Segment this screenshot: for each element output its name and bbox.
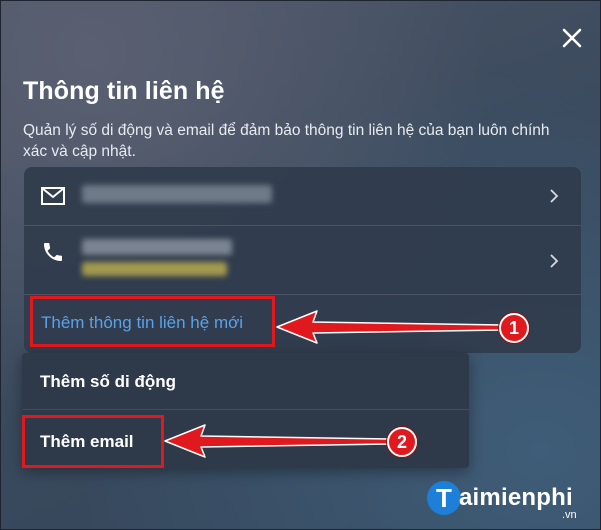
logo-initial: T	[427, 481, 461, 515]
add-phone-label: Thêm số di động	[40, 372, 176, 391]
step-badge-1: 1	[499, 313, 529, 343]
annotation-arrow-2	[164, 424, 392, 458]
annotation-arrow-1	[276, 310, 504, 344]
contact-info-dialog: Thông tin liên hệ Quản lý số di động và …	[0, 0, 601, 530]
add-email-label: Thêm email	[40, 432, 134, 451]
dialog-subtitle: Quản lý số di động và email để đảm bảo t…	[23, 122, 550, 160]
add-phone-menu-item[interactable]: Thêm số di động	[22, 353, 469, 410]
step-badge-2: 2	[387, 427, 417, 457]
dialog-title: Thông tin liên hệ	[23, 77, 225, 105]
add-contact-button[interactable]: Thêm thông tin liên hệ mới	[30, 296, 275, 347]
phone-contact-row[interactable]	[24, 226, 581, 295]
add-email-highlight: Thêm email	[22, 415, 164, 468]
logo-suffix: .vn	[562, 509, 577, 521]
redacted-email-value	[82, 185, 272, 203]
close-icon[interactable]	[557, 23, 587, 53]
add-contact-label: Thêm thông tin liên hệ mới	[41, 313, 244, 332]
watermark-logo: T aimienphi .vn	[427, 479, 597, 525]
mail-icon	[41, 187, 65, 210]
chevron-right-icon	[549, 253, 559, 274]
email-contact-row[interactable]	[24, 167, 581, 226]
redacted-phone-detail	[82, 262, 227, 276]
phone-icon	[41, 240, 65, 269]
logo-name: aimienphi	[459, 484, 573, 511]
chevron-right-icon	[549, 188, 559, 209]
redacted-phone-value	[82, 239, 232, 255]
